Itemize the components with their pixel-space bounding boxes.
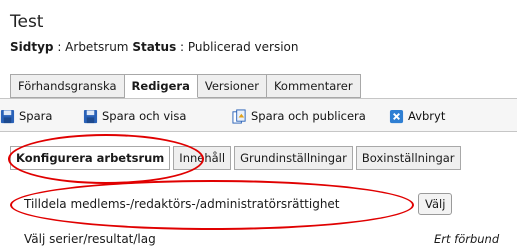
federation-text: Ert förbund [434,232,500,246]
cancel-x-icon [389,109,404,123]
cancel-button[interactable]: Avbryt [389,107,445,125]
save-and-view-label: Spara och visa [102,109,187,123]
settings-tabs: Konfigurera arbetsrum Innehåll Grundinst… [10,146,464,170]
save-and-publish-button[interactable]: Spara och publicera [232,107,366,125]
page-title: Test [10,12,44,32]
status-label: Status [132,40,177,54]
choose-button[interactable]: Välj [418,193,453,215]
tab-configure-workspace[interactable]: Konfigurera arbetsrum [10,146,171,170]
publish-pages-icon [232,108,246,124]
cancel-label: Avbryt [408,109,446,123]
series-label: Välj serier/resultat/lag [24,232,156,246]
page-type-label: Sidtyp [10,40,54,54]
tab-basic-settings[interactable]: Grundinställningar [234,146,353,170]
save-label: Spara [19,109,53,123]
tab-edit[interactable]: Redigera [124,74,198,98]
mode-tabs: Förhandsgranska Redigera Versioner Komme… [10,74,361,98]
tab-comments[interactable]: Kommentarer [266,74,361,98]
page-meta: Sidtyp : Arbetsrum Status : Publicerad v… [10,40,299,54]
tab-content[interactable]: Innehåll [173,146,232,170]
status-value: Publicerad version [187,40,299,54]
save-and-publish-label: Spara och publicera [251,109,366,123]
floppy-disk-icon [0,109,15,123]
page-type-value: Arbetsrum [65,40,129,54]
save-button[interactable]: Spara [0,107,52,125]
assign-rights-label: Tilldela medlems-/redaktörs-/administrat… [24,197,340,211]
edit-toolbar: Spara Spara och visa Spara och publicera… [0,98,517,132]
save-and-view-button[interactable]: Spara och visa [83,107,186,125]
tab-box-settings[interactable]: Boxinställningar [355,146,461,170]
tab-versions[interactable]: Versioner [197,74,267,98]
tab-preview[interactable]: Förhandsgranska [10,74,125,98]
floppy-disk-icon [83,109,98,123]
